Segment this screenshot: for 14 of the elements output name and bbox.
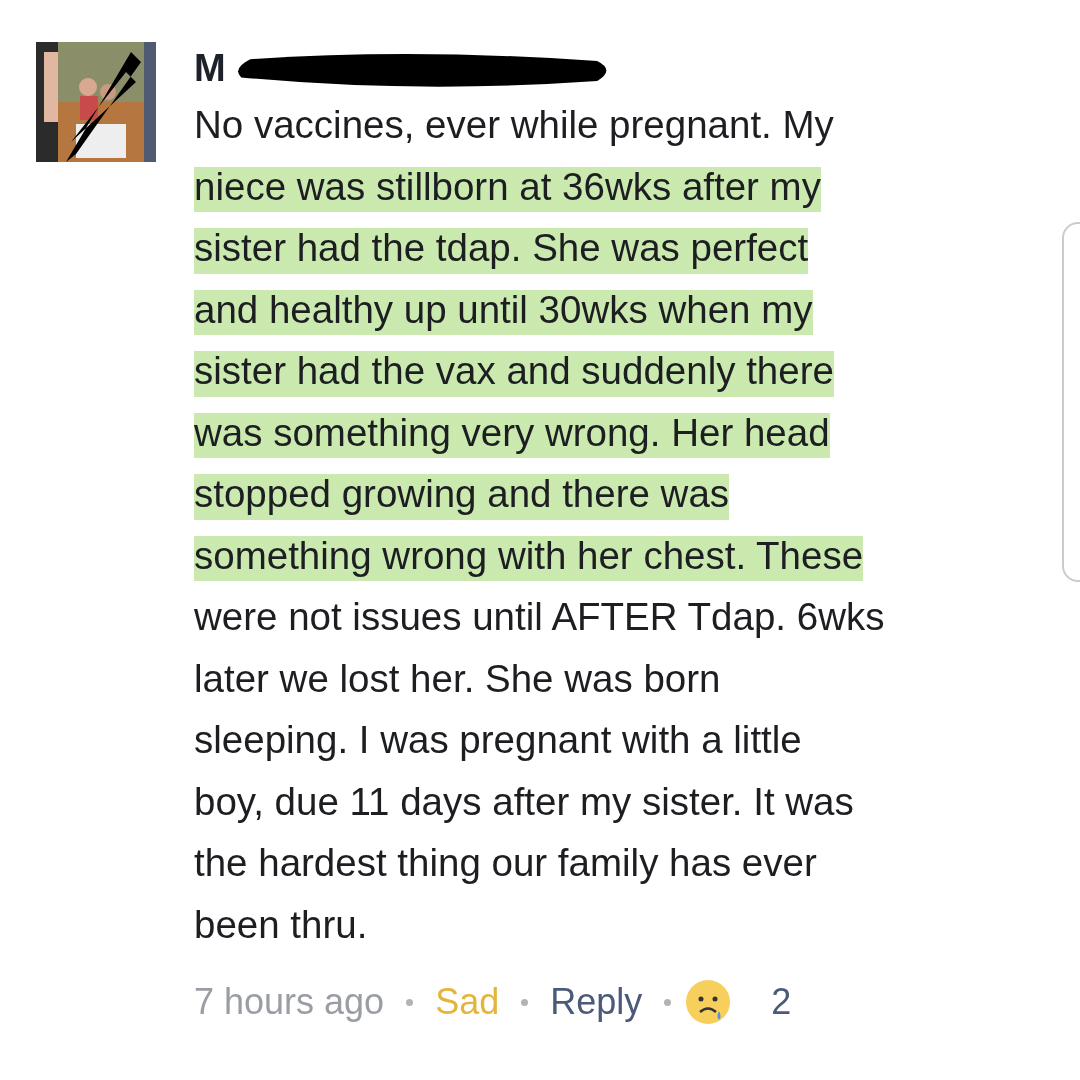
author-name[interactable]: M bbox=[194, 47, 226, 89]
comment-line: were not issues until AFTER Tdap. 6wks bbox=[194, 594, 885, 640]
reply-link[interactable]: Reply bbox=[550, 981, 643, 1023]
comment-line: been thru. bbox=[194, 901, 368, 948]
separator-dot bbox=[521, 998, 529, 1006]
timestamp: 7 hours ago bbox=[194, 981, 385, 1023]
comment-line: the hardest thing our family has ever bbox=[194, 840, 817, 886]
separator-dot bbox=[664, 998, 672, 1006]
comment-line: sleeping. I was pregnant with a little bbox=[194, 717, 802, 763]
comment-line: later we lost her. She was born bbox=[194, 655, 721, 702]
comment-line: boy, due 11 days after my sister. It was bbox=[194, 778, 854, 825]
separator-dot bbox=[406, 998, 414, 1006]
reaction-count: 2 bbox=[771, 981, 792, 1023]
comment-line: No vaccines, ever while pregnant. My bbox=[194, 102, 834, 148]
